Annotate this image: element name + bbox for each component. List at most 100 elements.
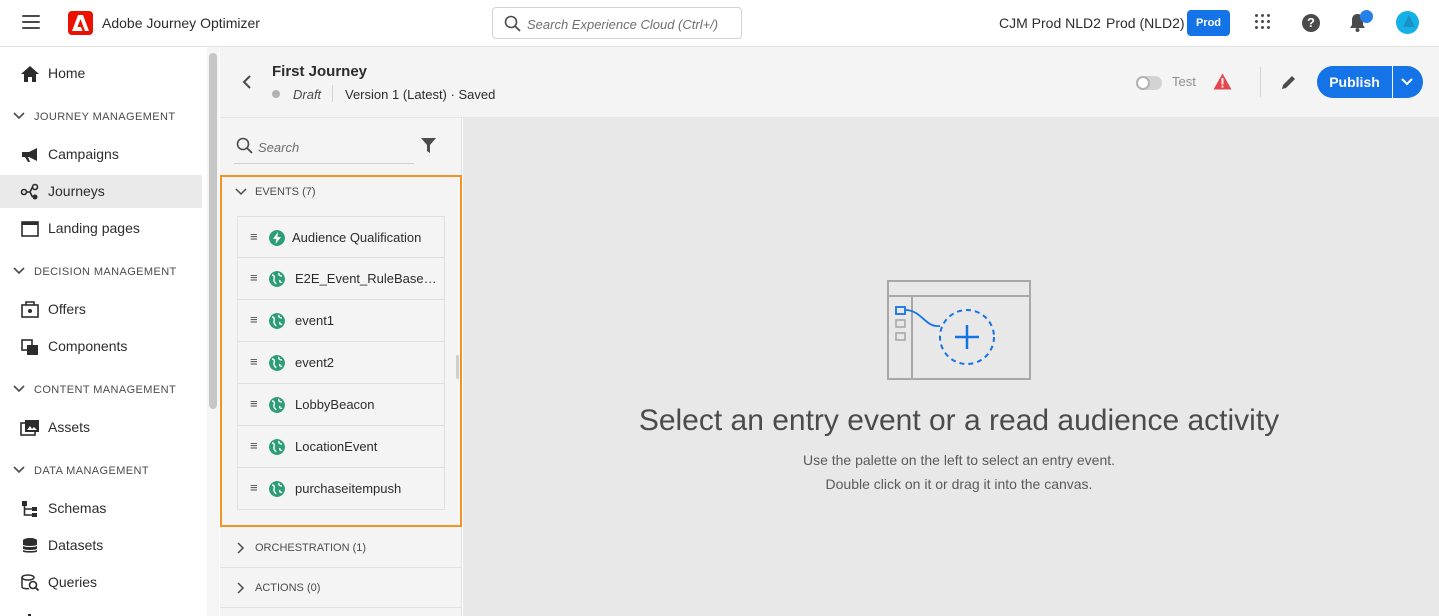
nav-next-item-partial[interactable] <box>0 603 202 616</box>
global-search[interactable] <box>492 7 742 39</box>
nav-item-label: Journeys <box>48 183 105 199</box>
events-section-header[interactable]: EVENTS (7) <box>222 177 462 207</box>
nav-item-label: Assets <box>48 419 91 435</box>
event-label: LocationEvent <box>295 439 378 454</box>
divider <box>332 85 333 102</box>
publish-button[interactable]: Publish <box>1317 66 1392 98</box>
event-label: event2 <box>295 355 335 370</box>
nav-datasets[interactable]: Datasets <box>0 529 202 562</box>
drag-handle-icon[interactable]: ≡ <box>250 438 258 453</box>
left-nav-scrollbar[interactable] <box>207 47 219 616</box>
offers-icon <box>21 301 39 318</box>
orchestration-section-header[interactable]: ORCHESTRATION (1) <box>220 530 462 568</box>
nav-components[interactable]: Components <box>0 330 202 363</box>
nav-item-label: Offers <box>48 301 86 317</box>
top-bar: Adobe Journey Optimizer CJM Prod NLD2 Pr… <box>0 0 1439 47</box>
nav-item-label: Landing pages <box>48 220 140 236</box>
empty-canvas-illustration <box>887 280 1031 380</box>
audience-qualification-icon <box>269 230 285 246</box>
chevron-down-icon <box>13 385 25 393</box>
drag-handle-icon[interactable]: ≡ <box>250 270 258 285</box>
drag-handle-icon[interactable]: ≡ <box>250 396 258 411</box>
nav-offers[interactable]: Offers <box>0 293 202 326</box>
nav-section-decision-management[interactable]: DECISION MANAGEMENT <box>0 260 202 284</box>
nav-queries[interactable]: Queries <box>0 566 202 599</box>
nav-section-journey-management[interactable]: JOURNEY MANAGEMENT <box>0 105 202 129</box>
back-chevron-icon[interactable] <box>242 75 252 89</box>
components-icon <box>21 339 38 355</box>
adobe-logo-icon[interactable] <box>68 11 93 35</box>
list-item[interactable]: ≡ event2 <box>237 342 445 384</box>
nav-home-label: Home <box>48 65 86 81</box>
publish-menu-button[interactable] <box>1393 66 1423 98</box>
event-label: event1 <box>295 313 335 328</box>
actions-section-label: ACTIONS (0) <box>255 582 321 594</box>
schema-icon <box>22 501 37 517</box>
events-section-label: EVENTS (7) <box>255 186 316 198</box>
globe-icon <box>269 313 285 329</box>
nav-home[interactable]: Home <box>0 57 202 90</box>
assets-icon <box>20 420 39 436</box>
org-switcher[interactable]: CJM Prod NLD2 <box>999 15 1101 31</box>
test-mode-toggle[interactable] <box>1136 76 1162 90</box>
hamburger-menu-icon[interactable] <box>22 15 40 31</box>
nav-schemas[interactable]: Schemas <box>0 492 202 525</box>
nav-assets[interactable]: Assets <box>0 411 202 444</box>
nav-item-label: Campaigns <box>48 146 119 162</box>
app-name[interactable]: Adobe Journey Optimizer <box>102 15 260 31</box>
nav-journeys[interactable]: Journeys <box>0 175 202 208</box>
search-icon <box>236 137 253 154</box>
nav-section-label: JOURNEY MANAGEMENT <box>34 111 176 123</box>
nav-item-label: Datasets <box>48 537 104 553</box>
scrollbar-thumb[interactable] <box>209 53 217 409</box>
nav-section-data-management[interactable]: DATA MANAGEMENT <box>0 459 202 483</box>
globe-icon <box>269 397 285 413</box>
chevron-down-icon <box>235 188 247 196</box>
list-item[interactable]: ≡ E2E_Event_RuleBasedWithoutStopConditio… <box>237 258 445 300</box>
journey-header: First Journey Draft Version 1 (Latest) ·… <box>220 47 1439 118</box>
drag-handle-icon[interactable]: ≡ <box>250 354 258 369</box>
help-icon[interactable]: ? <box>1302 14 1320 32</box>
list-item[interactable]: ≡ event1 <box>237 300 445 342</box>
list-item[interactable]: ≡ purchaseitempush <box>237 468 445 510</box>
nav-landing-pages[interactable]: Landing pages <box>0 212 202 245</box>
journey-status: Draft <box>293 87 322 102</box>
empty-canvas-hint-2: Double click on it or drag it into the c… <box>825 476 1093 492</box>
edit-pencil-icon[interactable] <box>1280 74 1297 91</box>
nav-item-label: Queries <box>48 574 98 590</box>
list-item[interactable]: ≡ LobbyBeacon <box>237 384 445 426</box>
list-item[interactable]: ≡ Audience Qualification <box>237 216 445 258</box>
nav-campaigns[interactable]: Campaigns <box>0 138 202 171</box>
user-avatar[interactable] <box>1396 11 1419 34</box>
queries-icon <box>21 574 40 592</box>
app-switcher-icon[interactable] <box>1255 14 1271 30</box>
global-search-input[interactable] <box>527 14 732 34</box>
list-item[interactable]: ≡ LocationEvent <box>237 426 445 468</box>
chevron-right-icon <box>237 542 245 554</box>
event-label: E2E_Event_RuleBasedWithoutStopConditions <box>295 271 437 286</box>
filter-icon[interactable] <box>420 137 437 154</box>
actions-section-header[interactable]: ACTIONS (0) <box>220 570 462 608</box>
warning-alert-icon[interactable] <box>1213 73 1232 90</box>
event-label: LobbyBeacon <box>295 397 375 412</box>
nav-section-content-management[interactable]: CONTENT MANAGEMENT <box>0 378 202 402</box>
test-mode-label: Test <box>1172 74 1196 89</box>
palette-search-input[interactable] <box>258 140 408 155</box>
event-label: purchaseitempush <box>295 481 402 496</box>
drag-handle-icon[interactable]: ≡ <box>250 480 258 495</box>
sandbox-badge[interactable]: Prod <box>1187 10 1230 36</box>
dataset-icon <box>22 538 38 553</box>
drag-handle-icon[interactable]: ≡ <box>250 229 258 244</box>
monitoring-icon <box>28 614 31 616</box>
drag-handle-icon[interactable]: ≡ <box>250 312 258 327</box>
chevron-down-icon <box>13 112 25 120</box>
journey-version[interactable]: Version 1 (Latest) · Saved <box>345 87 495 102</box>
palette-search[interactable] <box>234 134 414 164</box>
nav-section-label: DATA MANAGEMENT <box>34 465 149 477</box>
journey-canvas[interactable]: Select an entry event or a read audience… <box>463 118 1439 616</box>
events-section: EVENTS (7) ≡ Audience Qualification ≡ E2… <box>220 175 462 527</box>
palette-resize-handle[interactable] <box>456 355 459 379</box>
journey-title[interactable]: First Journey <box>272 63 367 80</box>
sandbox-name[interactable]: Prod (NLD2) <box>1106 15 1185 31</box>
chevron-down-icon <box>13 267 25 275</box>
